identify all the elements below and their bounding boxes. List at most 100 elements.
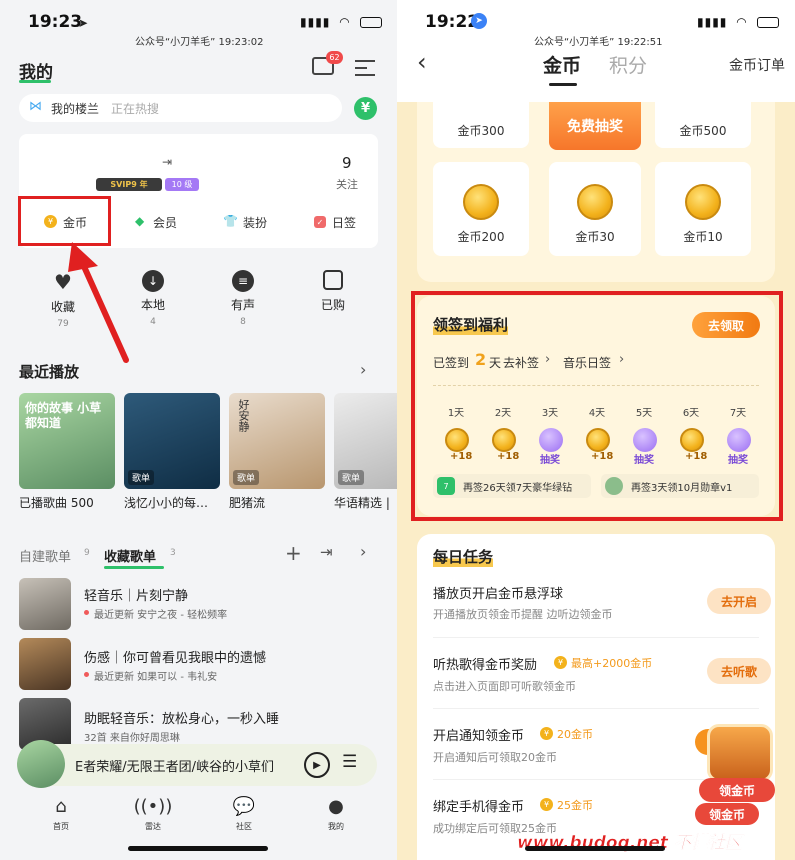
- player-cover: [17, 740, 65, 788]
- coin-tile[interactable]: 金币500: [655, 102, 751, 148]
- coin-tile[interactable]: 金币300: [433, 102, 529, 148]
- coin-tile-label: 金币30: [575, 230, 615, 244]
- signal-icon: ▮▮▮▮: [697, 15, 728, 29]
- coin-tile[interactable]: 金币30: [549, 162, 641, 256]
- playlist-title[interactable]: 伤感｜你可曾看见我眼中的遗憾: [84, 647, 266, 666]
- battery-icon: [359, 17, 382, 28]
- recent-card-cover[interactable]: 你的故事 小草都知道: [19, 393, 115, 489]
- library-purchased[interactable]: 已购: [308, 270, 358, 336]
- user-icon: ●: [328, 796, 344, 817]
- task-title: 绑定手机得金币: [433, 800, 525, 815]
- tab-underline: [104, 566, 164, 569]
- float-claim-button[interactable]: 领金币: [695, 803, 759, 825]
- chevron-right-icon: ›: [545, 352, 551, 367]
- tab-self-playlists[interactable]: 自建歌单: [19, 546, 71, 565]
- coin-tile-label: 金币300: [457, 124, 505, 138]
- tab-fav-playlists[interactable]: 收藏歌单: [104, 546, 156, 565]
- task-button[interactable]: 去开启: [707, 588, 771, 614]
- home-indicator: [128, 846, 268, 851]
- signed-suffix: 天: [489, 356, 502, 370]
- library-label: 已购: [320, 298, 345, 312]
- gift-icon[interactable]: [633, 428, 657, 452]
- chevron-right-icon[interactable]: ›: [360, 360, 366, 379]
- nav-radar[interactable]: ((•)) 雷达: [128, 797, 178, 832]
- promo-text: 再签3天领10月勋章v1: [631, 483, 733, 494]
- quick-daily-label[interactable]: 日签: [332, 214, 356, 231]
- library-audio[interactable]: ≡ 有声 8: [218, 270, 268, 336]
- diamond-icon: ◆: [135, 214, 145, 228]
- makeup-link[interactable]: 去补签: [503, 354, 539, 371]
- daily-title: 每日任务: [433, 546, 494, 567]
- library-favorites[interactable]: ♥ 收藏 79: [38, 270, 88, 336]
- free-lottery-tile[interactable]: 免费抽奖: [549, 102, 641, 150]
- watermark-text: 公众号“小刀羊毛” 19:23:02: [135, 37, 264, 48]
- recent-card-caption[interactable]: 浅忆小小的每…: [124, 494, 208, 511]
- recent-card-caption[interactable]: 已播歌曲 500: [19, 494, 94, 511]
- quick-dress-label[interactable]: 装扮: [243, 214, 267, 231]
- playlist-queue-icon[interactable]: ☰: [342, 752, 357, 772]
- nav-community[interactable]: 💬 社区: [219, 797, 269, 832]
- tab-coin[interactable]: 金币: [543, 51, 581, 78]
- treasure-chest-icon[interactable]: [707, 724, 773, 782]
- recent-card-cover[interactable]: 歌单: [124, 393, 220, 489]
- coin-stack-icon: [577, 184, 613, 220]
- follow-label[interactable]: 关注: [336, 176, 358, 192]
- play-icon[interactable]: ▶: [304, 752, 330, 778]
- logout-icon[interactable]: ⇥: [162, 155, 172, 169]
- playlist-badge: 歌单: [338, 470, 365, 485]
- promo-medal[interactable]: 再签3天领10月勋章v1: [601, 474, 759, 498]
- coin-tile[interactable]: 金币10: [655, 162, 751, 256]
- reward-label: 抽奖: [728, 455, 748, 466]
- coin-center-screen: 19:22 ➤ 公众号“小刀羊毛” 19:22:51 ▮▮▮▮ ◠ ‹ 金币 积…: [397, 0, 795, 860]
- music-daily-link[interactable]: 音乐日签: [563, 354, 611, 371]
- playlist-thumb[interactable]: [19, 578, 71, 630]
- tab-coin-underline: [549, 83, 577, 86]
- gift-icon[interactable]: [539, 428, 563, 452]
- quick-vip-label[interactable]: 会员: [153, 214, 177, 231]
- playlist-thumb[interactable]: [19, 638, 71, 690]
- level-badge: 10 级: [165, 178, 199, 191]
- coin-tile-label: 金币500: [679, 124, 727, 138]
- library-local[interactable]: ↓ 本地 4: [128, 270, 178, 336]
- coin-icon[interactable]: [586, 428, 610, 452]
- nav-mine[interactable]: ● 我的: [311, 797, 361, 832]
- recent-card-caption[interactable]: 华语精选 |: [334, 494, 390, 511]
- back-icon[interactable]: ‹: [417, 48, 427, 76]
- claim-button[interactable]: 去领取: [692, 312, 760, 338]
- coin-stack-icon: [685, 184, 721, 220]
- task-button[interactable]: 去听歌: [707, 658, 771, 684]
- chevron-right-icon[interactable]: ›: [360, 542, 366, 561]
- coin-icon[interactable]: [680, 428, 704, 452]
- nav-home[interactable]: ⌂ 首页: [36, 797, 86, 832]
- yuan-icon[interactable]: ¥: [354, 97, 377, 120]
- coin-tile[interactable]: 金币200: [433, 162, 529, 256]
- recent-card-cover[interactable]: 好安静 歌单: [229, 393, 325, 489]
- follow-count[interactable]: 9: [342, 154, 352, 172]
- import-icon[interactable]: ⇥: [320, 543, 333, 561]
- tab-points[interactable]: 积分: [609, 51, 647, 78]
- playlist-title[interactable]: 轻音乐｜片刻宁静: [84, 585, 188, 604]
- shirt-icon: 👕: [223, 214, 238, 228]
- coin-icon[interactable]: [445, 428, 469, 452]
- playlist-badge: 歌单: [233, 470, 260, 485]
- float-claim-label[interactable]: 领金币: [699, 778, 775, 802]
- library-count: 79: [57, 319, 69, 329]
- gift-icon[interactable]: [727, 428, 751, 452]
- add-icon[interactable]: +: [285, 541, 302, 565]
- coin-icon[interactable]: [492, 428, 516, 452]
- reward-label: +18: [685, 451, 708, 462]
- audiobook-icon: ≡: [232, 270, 254, 292]
- watermark-text: 公众号“小刀羊毛” 19:22:51: [534, 37, 663, 48]
- search-input[interactable]: ⋈ 我的楼兰 正在热搜: [19, 94, 342, 122]
- recent-card-caption[interactable]: 肥猪流: [229, 494, 265, 511]
- playlist-title[interactable]: 助眠轻音乐：放松身心，一秒入睡: [84, 708, 279, 727]
- mini-player[interactable]: E者荣耀/无限王者团/峡谷的小草们 ▶ ☰: [17, 740, 377, 788]
- task-reward: 20金币: [557, 728, 593, 741]
- promo-green-vip[interactable]: 7 再签26天领7天豪华绿钻: [433, 474, 591, 498]
- recent-card-cover[interactable]: 歌单: [334, 393, 397, 489]
- home-indicator: [525, 846, 665, 851]
- coin-orders-link[interactable]: 金币订单: [729, 55, 785, 75]
- nav-label: 雷达: [145, 822, 161, 831]
- playlist-sub: 最近更新 如果可以 - 韦礼安: [94, 672, 218, 683]
- menu-icon[interactable]: [355, 60, 375, 76]
